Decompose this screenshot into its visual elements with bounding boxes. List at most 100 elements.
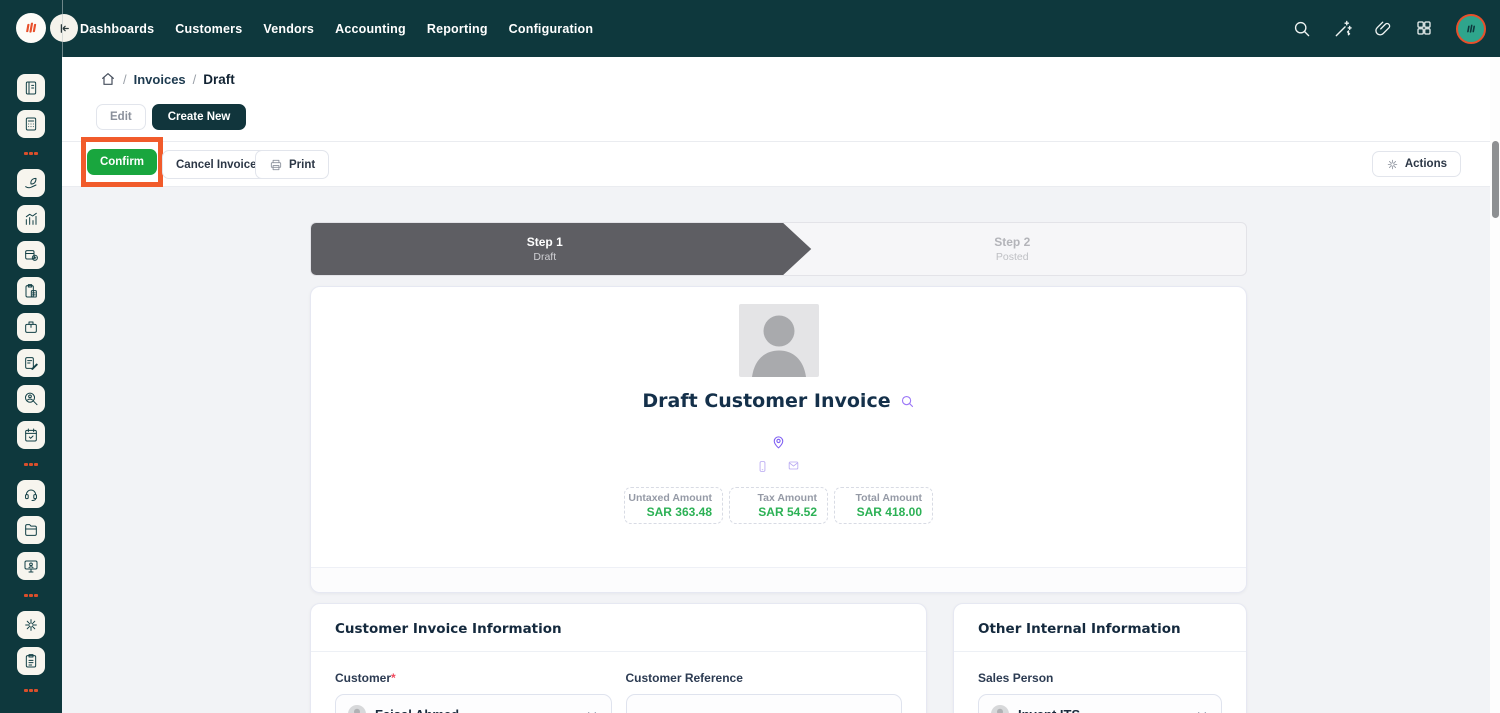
sales-person-field-group: Sales Person Invent ITS [978, 671, 1222, 713]
nav-item-reporting[interactable]: Reporting [427, 22, 488, 36]
printer-icon [269, 158, 283, 172]
step2-subtitle: Posted [996, 251, 1029, 263]
location-pin-icon[interactable] [770, 433, 787, 450]
invoice-summary-card: Draft Customer Invoice [310, 286, 1247, 593]
amounts-row: Untaxed Amount SAR 363.48 Tax Amount SAR… [311, 487, 1246, 524]
breadcrumb-separator: / [123, 72, 127, 87]
chevron-down-icon [585, 707, 599, 713]
customer-avatar-placeholder [739, 304, 819, 377]
scrollbar-thumb[interactable] [1492, 141, 1499, 218]
customer-field-group: Customer* Faisal Ahmed [335, 671, 612, 713]
confirm-button[interactable]: Confirm [87, 149, 157, 175]
phone-icon[interactable] [756, 459, 769, 474]
internal-info-title: Other Internal Information [978, 621, 1181, 637]
untaxed-amount-label: Untaxed Amount [625, 492, 712, 504]
sidebar-section-divider [24, 463, 38, 466]
sidebar-item-hr[interactable] [17, 313, 45, 341]
customer-info-header: Customer Invoice Information [311, 604, 926, 652]
tax-amount-label: Tax Amount [730, 492, 817, 504]
apps-grid-icon[interactable] [1415, 19, 1434, 38]
actions-button[interactable]: Actions [1372, 151, 1461, 177]
settings-gear-icon [23, 617, 39, 633]
collapse-left-icon [57, 21, 72, 36]
brand-logo-icon [21, 18, 41, 38]
customer-select[interactable]: Faisal Ahmed [335, 694, 612, 713]
customer-label-text: Customer [335, 671, 391, 685]
clipboard-calculator-icon [23, 283, 39, 299]
sidebar-item-tasks[interactable] [17, 647, 45, 675]
actions-button-label: Actions [1405, 158, 1447, 170]
app-logo[interactable] [16, 13, 46, 43]
other-internal-info-card: Other Internal Information Sales Person … [953, 603, 1247, 713]
eco-hand-icon [23, 175, 39, 191]
edit-button[interactable]: Edit [96, 104, 146, 130]
step1-subtitle: Draft [533, 251, 556, 263]
sidebar-item-elearning[interactable] [17, 552, 45, 580]
customer-label: Customer* [335, 671, 612, 685]
print-button-label: Print [289, 159, 315, 171]
sidebar-item-calculator[interactable] [17, 110, 45, 138]
customer-info-body: Customer* Faisal Ahmed Customer Referenc… [311, 652, 926, 713]
stepper-step-2[interactable]: Step 2 Posted [779, 223, 1247, 275]
location-row [311, 433, 1246, 450]
nav-item-vendors[interactable]: Vendors [263, 22, 314, 36]
user-avatar[interactable] [1456, 14, 1486, 44]
customer-avatar-small [348, 705, 366, 713]
sidebar-section-divider [24, 689, 38, 692]
print-button[interactable]: Print [255, 150, 329, 179]
app-sidebar [0, 57, 62, 713]
sidebar-item-reports[interactable] [17, 205, 45, 233]
sidebar-item-documents[interactable] [17, 516, 45, 544]
search-icon[interactable] [1292, 19, 1311, 38]
breadcrumb-invoices[interactable]: Invoices [134, 72, 186, 87]
monitor-user-icon [23, 558, 39, 574]
tax-amount-value: SAR 54.52 [730, 505, 817, 519]
step2-title: Step 2 [994, 235, 1030, 249]
create-new-button[interactable]: Create New [152, 104, 247, 130]
sidebar-item-inventory[interactable] [17, 241, 45, 269]
sales-person-select[interactable]: Invent ITS [978, 694, 1222, 713]
sidebar-collapse-button[interactable] [50, 14, 78, 42]
sidebar-item-eco[interactable] [17, 169, 45, 197]
sales-person-label: Sales Person [978, 671, 1222, 685]
ledger-book-icon [23, 80, 39, 96]
top-navbar: Dashboards Customers Vendors Accounting … [0, 0, 1500, 57]
tax-amount-box: Tax Amount SAR 54.52 [729, 487, 828, 524]
main-menu: Dashboards Customers Vendors Accounting … [80, 0, 593, 57]
paperclip-icon[interactable] [1374, 19, 1393, 38]
nav-item-configuration[interactable]: Configuration [509, 22, 594, 36]
scrollbar-track[interactable] [1490, 57, 1500, 713]
navbar-divider [62, 0, 63, 57]
contact-icons-row [311, 459, 1246, 474]
email-icon[interactable] [786, 459, 801, 472]
sidebar-item-audit[interactable] [17, 385, 45, 413]
nav-item-accounting[interactable]: Accounting [335, 22, 406, 36]
magnifier-icon[interactable] [900, 394, 915, 409]
chevron-down-icon [1195, 707, 1209, 713]
invoice-title: Draft Customer Invoice [642, 390, 890, 412]
home-icon[interactable] [100, 71, 116, 87]
avatar-logo-icon [1463, 21, 1479, 37]
sidebar-item-expenses[interactable] [17, 349, 45, 377]
gear-icon [1386, 158, 1399, 171]
growth-chart-icon [23, 211, 39, 227]
briefcase-icon [23, 319, 39, 335]
sidebar-item-settings[interactable] [17, 611, 45, 639]
sidebar-item-ledger[interactable] [17, 74, 45, 102]
total-amount-box: Total Amount SAR 418.00 [834, 487, 933, 524]
customer-value: Faisal Ahmed [375, 707, 576, 713]
magic-wand-icon[interactable] [1333, 19, 1352, 38]
clipboard-list-icon [23, 653, 39, 669]
invoice-stepper: Step 1 Draft Step 2 Posted [310, 222, 1247, 276]
required-asterisk: * [391, 671, 396, 685]
stepper-step-1[interactable]: Step 1 Draft [311, 223, 779, 275]
headset-icon [23, 486, 39, 502]
customer-reference-input[interactable] [639, 695, 890, 713]
nav-item-customers[interactable]: Customers [175, 22, 242, 36]
sidebar-item-support[interactable] [17, 480, 45, 508]
nav-item-dashboards[interactable]: Dashboards [80, 22, 154, 36]
sidebar-section-divider [24, 152, 38, 155]
sidebar-item-billing[interactable] [17, 277, 45, 305]
main-content: / Invoices / Draft Edit Create New Confi… [62, 57, 1500, 713]
sidebar-item-planning[interactable] [17, 421, 45, 449]
